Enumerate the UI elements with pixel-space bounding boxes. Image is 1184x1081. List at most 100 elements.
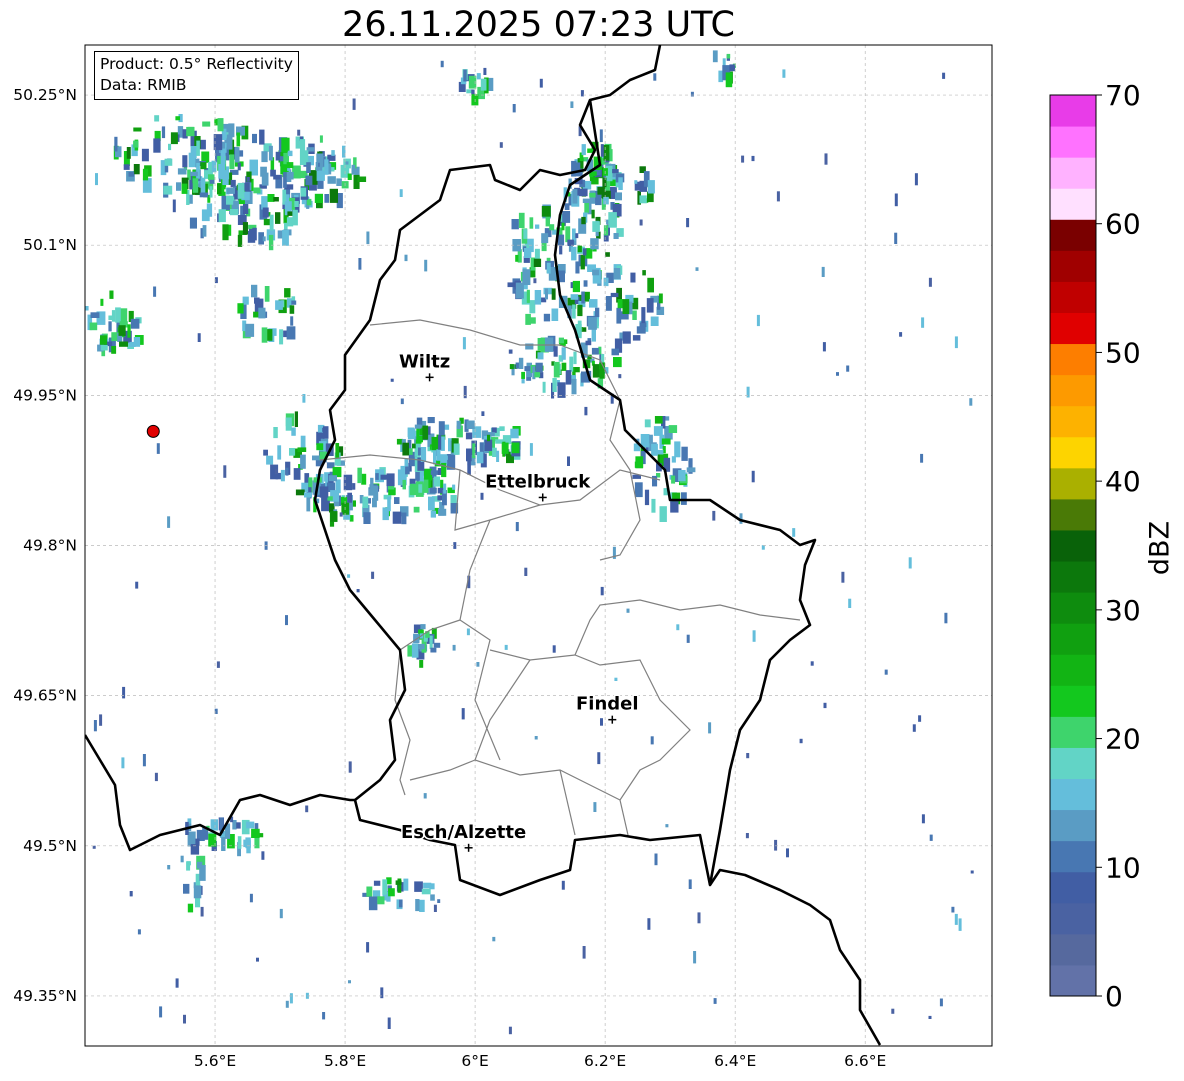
echo-pixel xyxy=(647,918,651,930)
echo-pixel xyxy=(256,957,259,962)
echo-pixel xyxy=(395,880,402,885)
echo-pixel xyxy=(163,185,173,195)
echo-pixel xyxy=(726,53,731,59)
echo-pixel xyxy=(581,291,585,304)
echo-pixel xyxy=(440,60,444,68)
echo-pixel xyxy=(89,322,98,331)
echo-pixel xyxy=(261,151,268,163)
echo-pixel xyxy=(713,998,717,1004)
echo-pixel xyxy=(368,896,378,911)
echo-pixel xyxy=(630,272,636,283)
echo-pixel xyxy=(294,411,298,427)
echo-pixel xyxy=(433,476,440,487)
echo-pixel xyxy=(316,443,324,451)
echo-pixel xyxy=(518,357,524,369)
echo-pixel xyxy=(647,277,654,293)
echo-pixel xyxy=(681,446,688,461)
colorbar-segment xyxy=(1050,126,1096,158)
echo-pixel xyxy=(661,438,671,445)
echo-pixel xyxy=(614,677,618,681)
echo-pixel xyxy=(588,317,597,330)
canton-boundary xyxy=(474,659,621,801)
echo-pixel xyxy=(189,217,197,229)
echo-pixel xyxy=(323,426,329,439)
echo-pixel xyxy=(319,135,323,143)
echo-pixel xyxy=(263,449,268,456)
echo-pixel xyxy=(373,880,381,886)
echo-pixel xyxy=(186,861,191,866)
echo-pixel xyxy=(335,443,340,458)
echo-pixel xyxy=(176,182,182,191)
echo-pixel xyxy=(729,64,736,72)
echo-pixel xyxy=(644,489,650,506)
echo-pixel xyxy=(465,432,473,440)
echo-pixel xyxy=(708,722,712,734)
city-marker: Ettelbruck xyxy=(484,470,593,502)
echo-pixel xyxy=(229,154,235,170)
echo-pixel xyxy=(751,155,755,162)
echo-pixel xyxy=(245,323,255,337)
echo-pixel xyxy=(914,173,918,186)
echo-pixel xyxy=(226,134,233,150)
echo-pixel xyxy=(650,736,654,745)
echo-pixel xyxy=(352,98,356,110)
echo-pixel xyxy=(591,209,595,219)
echo-pixel xyxy=(567,456,570,466)
echo-pixel xyxy=(686,467,696,473)
echo-pixel xyxy=(261,327,268,343)
echo-pixel xyxy=(600,586,604,596)
echo-pixel xyxy=(526,289,530,303)
echo-pixel xyxy=(430,894,435,901)
echo-pixel xyxy=(123,164,130,170)
lon-tick-label: 6.4°E xyxy=(714,1052,756,1070)
echo-pixel xyxy=(93,720,97,732)
echo-pixel xyxy=(697,912,701,924)
echo-pixel xyxy=(582,198,592,203)
echo-pixel xyxy=(388,888,395,897)
echo-pixel xyxy=(133,337,141,347)
echo-pixel xyxy=(223,465,227,478)
echo-pixel xyxy=(200,177,206,194)
echo-pixel xyxy=(529,217,534,229)
echo-pixel xyxy=(261,851,265,860)
echo-pixel xyxy=(322,1012,326,1020)
echo-pixel xyxy=(891,1008,895,1014)
echo-pixel xyxy=(592,221,600,232)
echo-pixel xyxy=(348,980,351,984)
echo-pixel xyxy=(511,219,519,230)
echo-pixel xyxy=(951,906,955,913)
echo-pixel xyxy=(418,643,425,650)
echo-pixel xyxy=(512,104,516,113)
echo-pixel xyxy=(266,455,274,465)
echo-pixel xyxy=(821,266,825,277)
echo-pixel xyxy=(480,78,487,91)
colorbar-label: dBZ xyxy=(1144,520,1176,576)
echo-pixel xyxy=(133,164,140,175)
echo-pixel xyxy=(164,158,173,166)
colorbar-segment xyxy=(1050,592,1096,624)
echo-pixel xyxy=(534,372,541,378)
echo-pixel xyxy=(419,660,424,668)
echo-pixel xyxy=(581,144,586,156)
lat-tick-label: 49.95°N xyxy=(13,386,77,404)
echo-pixel xyxy=(289,305,295,314)
echo-pixel xyxy=(286,162,294,169)
echo-pixel xyxy=(492,447,497,457)
echo-pixel xyxy=(126,147,131,159)
echo-pixel xyxy=(199,865,206,881)
echo-pixel xyxy=(642,270,646,276)
echo-pixel xyxy=(261,172,269,186)
echo-pixel xyxy=(639,219,643,226)
echo-pixel xyxy=(580,90,584,97)
echo-pixel xyxy=(836,372,839,376)
colorbar-tick-label: 10 xyxy=(1105,851,1141,884)
echo-pixel xyxy=(128,172,135,177)
echo-pixel xyxy=(939,998,943,1007)
echo-pixel xyxy=(572,162,581,177)
echo-pixel xyxy=(712,50,718,63)
canton-boundary xyxy=(574,599,801,656)
colorbar-segment xyxy=(1050,374,1096,407)
echo-pixel xyxy=(181,183,188,194)
echo-pixel xyxy=(416,417,423,425)
echo-pixel xyxy=(786,848,789,858)
